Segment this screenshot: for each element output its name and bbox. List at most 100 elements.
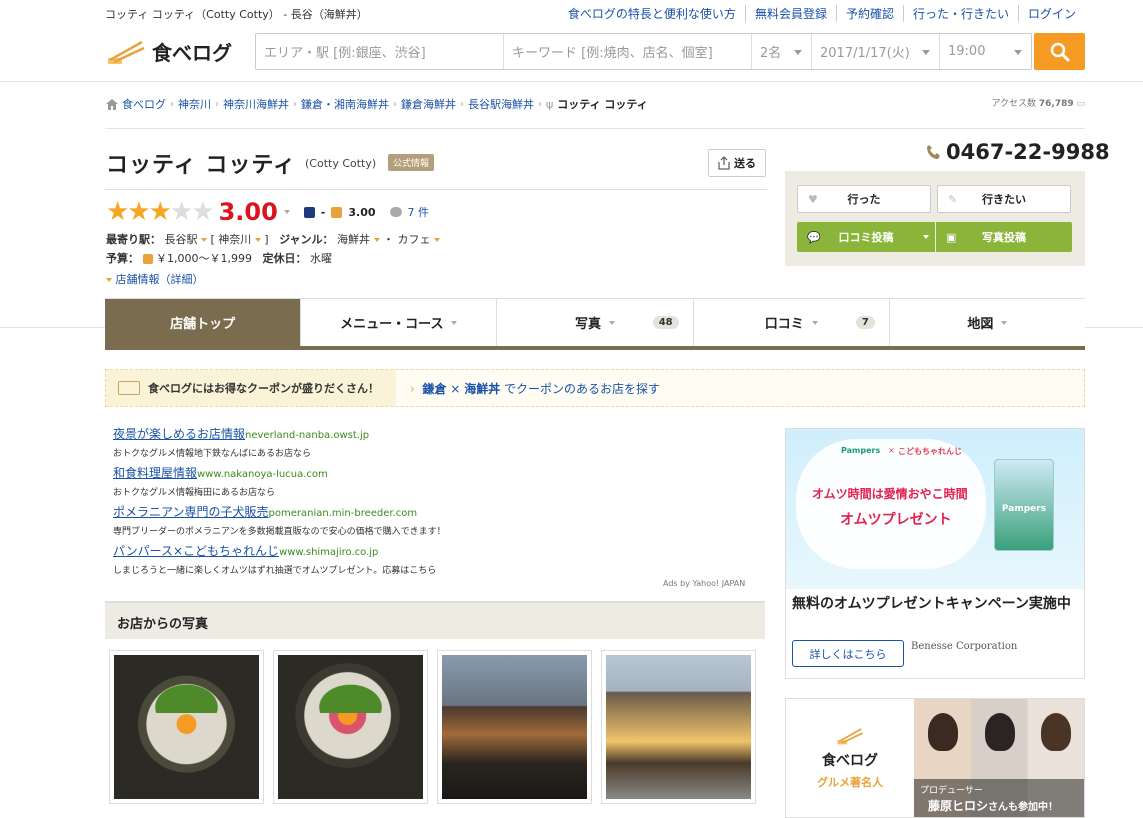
photo-post-button[interactable]: ▣ 写真投稿: [936, 222, 1072, 252]
banner-sub: グルメ著名人: [817, 776, 883, 789]
night-rating: -: [320, 205, 326, 219]
link-login[interactable]: ログイン: [1017, 5, 1085, 22]
breadcrumb-item[interactable]: 長谷駅海鮮丼: [468, 96, 534, 112]
search-button[interactable]: [1034, 33, 1085, 70]
station-genre-row: 最寄り駅： 長谷駅 [ 神奈川 ] ジャンル： 海鮮丼 ・ カフェ: [106, 231, 441, 247]
chopsticks-icon: [837, 728, 863, 745]
ad-url[interactable]: www.shimajiro.co.jp: [279, 547, 378, 558]
pampers-logo-text: Pampers: [841, 446, 881, 455]
breadcrumb: 食べログ › 神奈川 › 神奈川海鮮丼 › 鎌倉・湘南海鮮丼 › 鎌倉海鮮丼 › 長谷駅海…: [106, 96, 648, 112]
chat-icon: 💬: [807, 230, 821, 244]
tab-menu[interactable]: メニュー・コース: [301, 299, 498, 346]
tab-bar: 店舗トップ メニュー・コース 写真 48 口コミ 7 地図: [105, 298, 1086, 350]
link-features[interactable]: 食べログの特長と便利な使い方: [559, 5, 745, 22]
search-icon: [1050, 42, 1069, 61]
phone-icon: [927, 145, 940, 159]
photo-thumb[interactable]: [273, 650, 428, 804]
breadcrumb-item[interactable]: 神奈川: [178, 96, 211, 112]
time-select[interactable]: 19:00: [940, 34, 1031, 69]
link-register[interactable]: 無料会員登録: [744, 5, 836, 22]
review-icon: [389, 207, 402, 217]
breadcrumb-item[interactable]: 神奈川海鮮丼: [223, 96, 289, 112]
logo[interactable]: 食べログ: [106, 37, 232, 66]
text-ad: 和食料理屋情報www.nakanoya-lucua.com おトクなグルメ情報梅…: [113, 464, 328, 498]
lunch-icon: [331, 206, 343, 218]
ad-title-link[interactable]: ポメラニアン専門の子犬販売: [113, 505, 269, 519]
date-select[interactable]: 2017/1/17(火): [812, 34, 940, 69]
chopsticks-icon: [108, 40, 145, 64]
photo-thumb[interactable]: [601, 650, 756, 804]
fork-icon: ψ: [546, 97, 554, 111]
ad-desc: おトクなグルメ情報地下鉄なんばにあるお店なら: [113, 449, 312, 459]
breadcrumb-item[interactable]: 鎌倉海鮮丼: [401, 96, 456, 112]
pin-icon: ✎: [948, 192, 958, 206]
rating-dropdown-icon[interactable]: [283, 210, 290, 214]
ad-url[interactable]: neverland-nanba.owst.jp: [245, 430, 369, 441]
people-select[interactable]: 2名: [752, 34, 812, 69]
ad-url[interactable]: pomeranian.min-breeder.com: [269, 508, 418, 519]
link-reservation[interactable]: 予約確認: [835, 5, 903, 22]
camera-icon: ▣: [946, 230, 957, 244]
text-ad: パンパース×こどもちゃれんじwww.shimajiro.co.jp しまじろうと…: [113, 542, 436, 576]
ad-banner-image: Pampers × こどもちゃれんじ オムツ時間は愛情おやこ時間 オムツプレゼン…: [786, 429, 1084, 589]
ads-by-label[interactable]: Ads by Yahoo! JAPAN: [663, 579, 745, 588]
photo-thumb[interactable]: [437, 650, 592, 804]
tab-reviews[interactable]: 口コミ 7: [693, 299, 890, 346]
coupon-banner: 食べログにはお得なクーポンが盛りだくさん！ › 鎌倉 × 海鮮丼 でクーポンのあ…: [105, 369, 1085, 407]
holiday-value: 水曜: [309, 252, 332, 265]
comment-icon: ▭: [1076, 99, 1085, 109]
breadcrumb-item[interactable]: 食べログ: [122, 96, 166, 112]
action-box: ♥ 行った ✎ 行きたい 💬 口コミ投稿 ▣ 写真投稿: [785, 171, 1085, 266]
genre-value[interactable]: 海鮮丼: [337, 233, 370, 246]
keyword-input[interactable]: キーワード [例:焼肉、店名、個室]: [504, 34, 752, 69]
photo-thumb[interactable]: [109, 650, 264, 804]
area-input[interactable]: エリア・駅 [例:銀座、渋谷]: [256, 34, 504, 69]
ad-title-link[interactable]: パンパース×こどもちゃれんじ: [113, 544, 279, 558]
text-ad: 夜景が楽しめるお店情報neverland-nanba.owst.jp おトクなグ…: [113, 425, 369, 459]
home-icon: [106, 98, 118, 110]
store-detail-link[interactable]: 店舗情報（詳細）: [116, 273, 204, 286]
want-button[interactable]: ✎ 行きたい: [937, 185, 1071, 213]
side-ad-caption: 無料のオムツプレゼントキャンペーン実施中: [792, 596, 1071, 612]
tab-top[interactable]: 店舗トップ: [105, 299, 302, 346]
coupon-link[interactable]: › 鎌倉 × 海鮮丼 でクーポンのあるお店を探す: [396, 380, 660, 397]
ad-title-link[interactable]: 和食料理屋情報: [113, 466, 197, 480]
ad-desc: 専門ブリーダーのポメラニアンを多数掲載直販なので安心の価格で購入できます！: [113, 527, 446, 537]
night-icon: [303, 206, 315, 218]
share-icon: [718, 156, 730, 170]
restaurant-name-en: (Cotty Cotty): [305, 157, 377, 170]
review-count-link[interactable]: 7 件: [408, 204, 430, 220]
breadcrumb-item[interactable]: 鎌倉・湘南海鮮丼: [301, 96, 389, 112]
phone-number: 0467-22-9988: [926, 140, 1110, 164]
text-ad: ポメラニアン専門の子犬販売pomeranian.min-breeder.com …: [113, 503, 446, 537]
side-ad[interactable]: i Pampers × こどもちゃれんじ オムツ時間は愛情おやこ時間 オムツプレ…: [785, 428, 1085, 679]
prefecture-value[interactable]: 神奈川: [218, 233, 251, 246]
went-button[interactable]: ♥ 行った: [797, 185, 931, 213]
rating-row: ★★★★★ 3.00 - 3.00 7 件: [106, 198, 429, 226]
lunch-rating: 3.00: [348, 205, 376, 219]
header-links: 食べログの特長と便利な使い方 無料会員登録 予約確認 行った・行きたい ログイン: [559, 5, 1085, 22]
budget-value: ￥1,000～￥1,999: [156, 252, 252, 265]
genre-value-2[interactable]: カフェ: [398, 233, 431, 246]
breadcrumb-divider: [105, 128, 1085, 129]
rating-score: 3.00: [218, 198, 278, 226]
lunch-icon: [142, 254, 153, 264]
share-button[interactable]: 送る: [708, 149, 766, 177]
tab-map[interactable]: 地図: [889, 299, 1086, 346]
access-count: アクセス数 76,789 ▭: [991, 99, 1085, 109]
review-count: 7: [855, 316, 875, 329]
side-ad-cta-button[interactable]: 詳しくはこちら: [792, 640, 904, 667]
review-post-button[interactable]: 💬 口コミ投稿: [797, 222, 935, 252]
tab-photos[interactable]: 写真 48: [497, 299, 694, 346]
coupon-label: 食べログにはお得なクーポンが盛りだくさん！: [106, 370, 396, 406]
rating-stars: ★★★★★: [106, 197, 215, 227]
restaurant-name: コッティ コッティ: [106, 153, 297, 178]
link-went-want[interactable]: 行った・行きたい: [902, 5, 1018, 22]
station-value[interactable]: 長谷駅: [165, 233, 198, 246]
celebrity-banner[interactable]: 食べログ グルメ著名人 プロデューサー 藤原ヒロシさんも参加中！: [785, 698, 1085, 818]
official-badge[interactable]: 公式情報: [388, 154, 435, 171]
ad-url[interactable]: www.nakanoya-lucua.com: [197, 469, 328, 480]
ad-title-link[interactable]: 夜景が楽しめるお店情報: [113, 427, 245, 441]
photo-count: 48: [652, 316, 679, 329]
header-divider: [0, 81, 1143, 82]
